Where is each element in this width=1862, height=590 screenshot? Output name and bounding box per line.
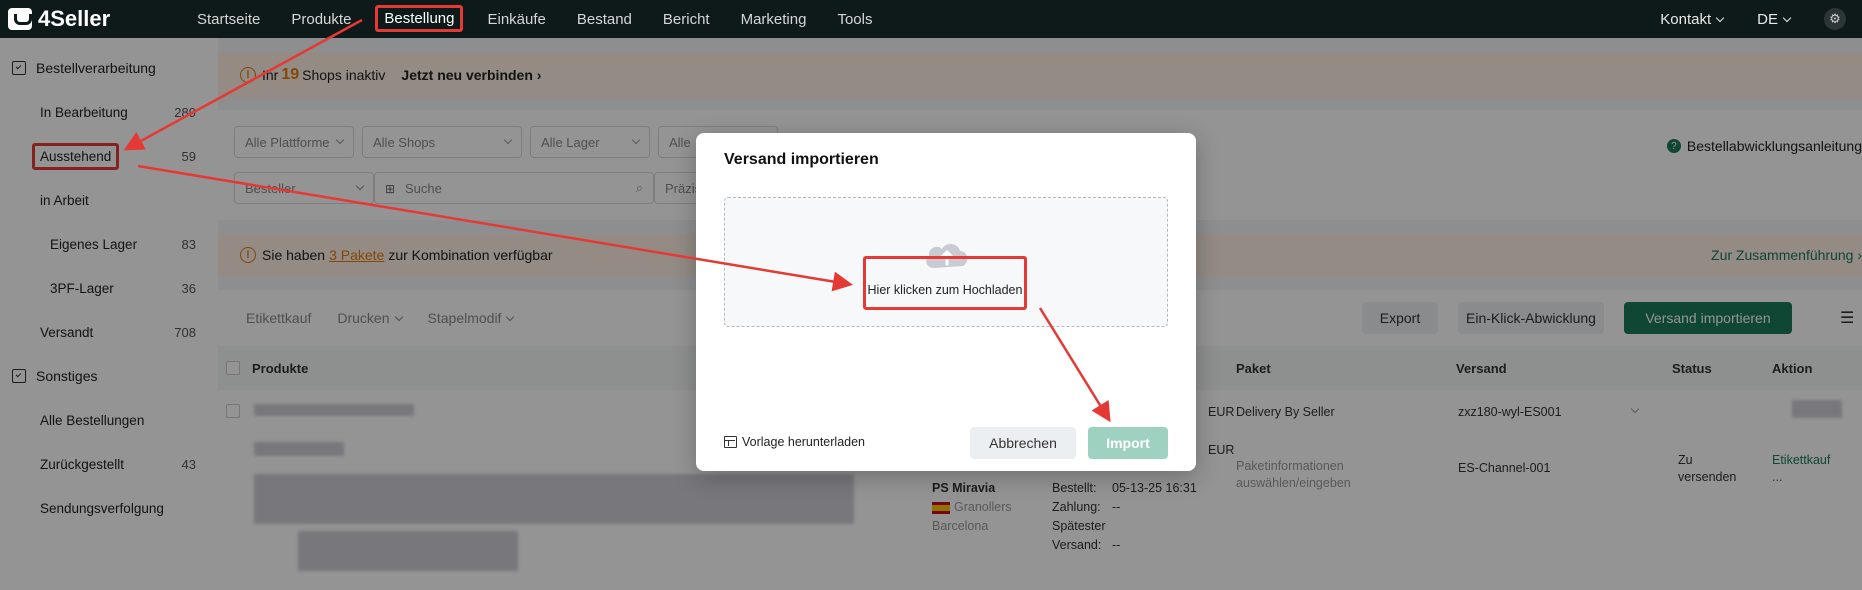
table-icon [724,436,737,448]
dialog-title: Versand importieren [724,151,879,168]
download-template-label: Vorlage herunterladen [742,435,866,449]
cancel-button[interactable]: Abbrechen [970,427,1076,459]
upload-dropzone[interactable]: Hier klicken zum Hochladen [724,197,1168,327]
upload-label[interactable]: Hier klicken zum Hochladen [863,256,1027,310]
import-button[interactable]: Import [1088,427,1168,459]
top-backdrop [0,0,1862,38]
download-template-link[interactable]: Vorlage herunterladen [724,435,865,449]
import-shipping-dialog: Versand importieren Hier klicken zum Hoc… [696,133,1196,471]
